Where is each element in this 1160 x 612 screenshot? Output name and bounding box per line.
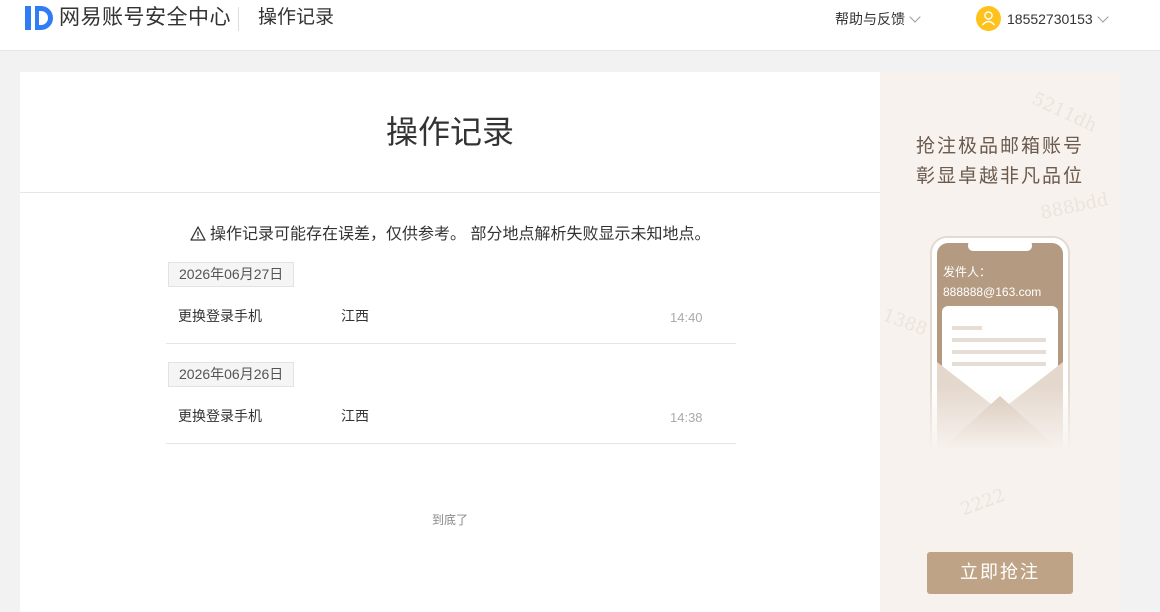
premium-mailbox-ad[interactable]: 5211dh 888bdd 2222 1388 抢注极品邮箱账号 彰显卓越非凡品…	[880, 72, 1120, 612]
row-divider	[166, 443, 736, 444]
chevron-down-icon	[909, 11, 921, 23]
watermark-text: 2222	[957, 484, 1009, 521]
chevron-down-icon	[1096, 11, 1109, 23]
help-feedback-label: 帮助与反馈	[835, 11, 905, 27]
notice: 操作记录可能存在误差，仅供参考。 部分地点解析失败显示未知地点。	[190, 224, 710, 246]
top-bar: 网易账号安全中心 操作记录 帮助与反馈 18552730153	[0, 0, 1160, 51]
watermark-text: 1388	[880, 304, 931, 341]
watermark-text: 5211dh	[1028, 88, 1101, 137]
operation-records-card: 操作记录 操作记录可能存在误差，仅供参考。 部分地点解析失败显示未知地点。 20…	[20, 72, 880, 612]
sender-label: 发件人：	[943, 265, 992, 279]
record-date: 2026年06月26日	[168, 362, 295, 387]
record-action: 更换登录手机	[178, 308, 262, 324]
watermark-text: 888bdd	[1038, 189, 1111, 224]
ad-subheadline: 彰显卓越非凡品位	[915, 165, 1084, 187]
avatar[interactable]	[976, 6, 1001, 31]
row-divider	[166, 343, 736, 344]
title-divider	[20, 192, 880, 193]
user-phone-number: 18552730153	[1007, 11, 1093, 27]
record-location: 江西	[341, 308, 369, 324]
header-page-title: 操作记录	[258, 7, 335, 28]
notice-text: 操作记录可能存在误差，仅供参考。 部分地点解析失败显示未知地点。	[210, 226, 711, 243]
register-now-button[interactable]: 立即抢注	[927, 552, 1073, 594]
netease-id-logo-icon[interactable]	[24, 5, 55, 31]
user-account-menu[interactable]: 18552730153	[1007, 9, 1109, 29]
brand-title[interactable]: 网易账号安全中心	[59, 5, 231, 31]
record-date: 2026年06月27日	[168, 262, 295, 287]
record-time: 14:38	[670, 410, 703, 425]
record-action: 更换登录手机	[178, 408, 262, 424]
warning-icon	[190, 226, 206, 241]
ad-headline: 抢注极品邮箱账号	[915, 135, 1084, 157]
sender-email: 888888@163.com	[943, 285, 1042, 299]
record-time: 14:40	[670, 310, 703, 325]
help-feedback-menu[interactable]: 帮助与反馈	[835, 9, 921, 29]
header-divider	[238, 7, 239, 31]
record-location: 江西	[341, 408, 369, 424]
user-icon	[981, 11, 996, 26]
page-title: 操作记录	[385, 114, 514, 150]
end-of-list-text: 到底了	[431, 513, 468, 527]
